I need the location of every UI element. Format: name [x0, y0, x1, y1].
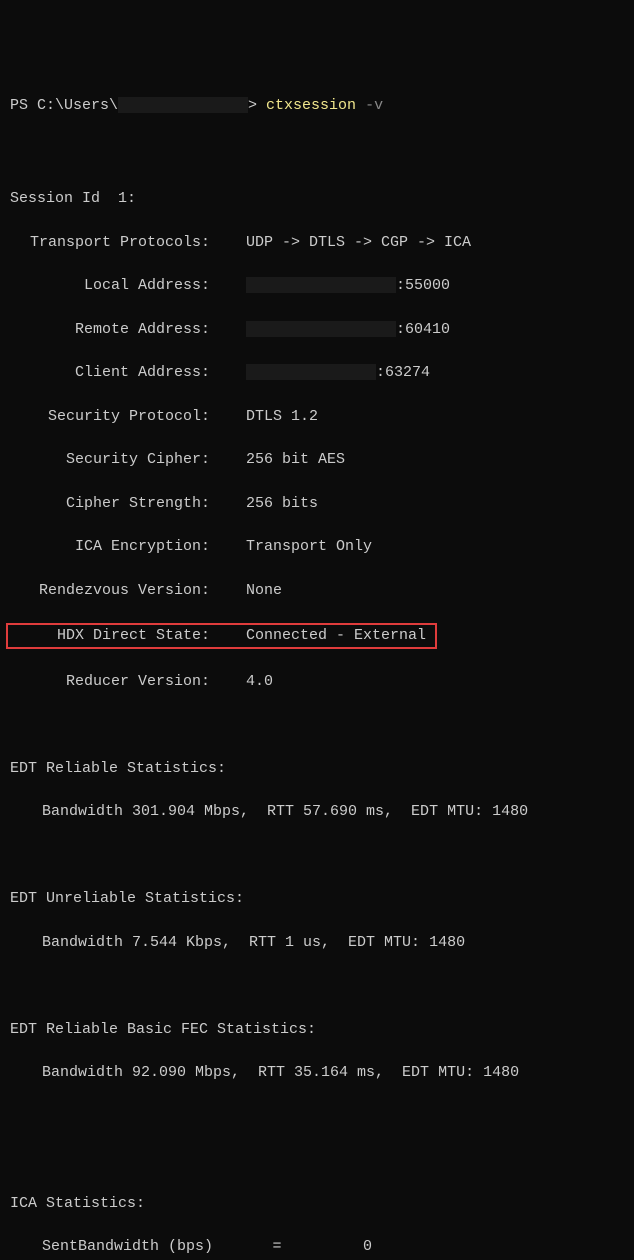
value-ica-encryption: Transport Only [246, 538, 372, 555]
edt-fec-line: Bandwidth 92.090 Mbps, RTT 35.164 ms, ED… [10, 1062, 624, 1084]
row-security-protocol: Security Protocol: DTLS 1.2 [10, 406, 624, 428]
blank-line [10, 975, 624, 997]
row-remote-address: Remote Address: :60410 [10, 319, 624, 341]
edt-fec-title: EDT Reliable Basic FEC Statistics: [10, 1019, 624, 1041]
ica-val-0: 0 [292, 1236, 372, 1258]
label-remote-address: Remote Address: [10, 319, 210, 341]
redacted-remote-address [246, 321, 396, 337]
redacted-user [118, 97, 248, 113]
row-ica-encryption: ICA Encryption: Transport Only [10, 536, 624, 558]
value-transport-protocols: UDP -> DTLS -> CGP -> ICA [246, 234, 471, 251]
prompt-line: PS C:\Users\ > ctxsession -v [10, 95, 624, 117]
label-client-address: Client Address: [10, 362, 210, 384]
edt-unreliable-line: Bandwidth 7.544 Kbps, RTT 1 us, EDT MTU:… [10, 932, 624, 954]
row-rendezvous-version: Rendezvous Version: None [10, 580, 624, 602]
value-security-protocol: DTLS 1.2 [246, 408, 318, 425]
row-hdx-direct-state: HDX Direct State: Connected - External [10, 623, 624, 649]
edt-reliable-title: EDT Reliable Statistics: [10, 758, 624, 780]
session-id: Session Id 1: [10, 188, 624, 210]
redacted-local-address [246, 277, 396, 293]
label-security-cipher: Security Cipher: [10, 449, 210, 471]
label-reducer-version: Reducer Version: [10, 671, 210, 693]
label-rendezvous-version: Rendezvous Version: [10, 580, 210, 602]
value-reducer-version: 4.0 [246, 673, 273, 690]
port-local: :55000 [396, 277, 450, 294]
label-ica-encryption: ICA Encryption: [10, 536, 210, 558]
row-cipher-strength: Cipher Strength: 256 bits [10, 493, 624, 515]
port-remote: :60410 [396, 321, 450, 338]
blank-line [10, 145, 624, 167]
label-cipher-strength: Cipher Strength: [10, 493, 210, 515]
value-rendezvous-version: None [246, 582, 282, 599]
blank-line [10, 714, 624, 736]
label-local-address: Local Address: [10, 275, 210, 297]
edt-unreliable-title: EDT Unreliable Statistics: [10, 888, 624, 910]
blank-line [10, 845, 624, 867]
port-client: :63274 [376, 364, 430, 381]
edt-reliable-line: Bandwidth 301.904 Mbps, RTT 57.690 ms, E… [10, 801, 624, 823]
ica-eq-0: = [262, 1236, 292, 1258]
ica-title: ICA Statistics: [10, 1193, 624, 1215]
redacted-client-address [246, 364, 376, 380]
row-reducer-version: Reducer Version: 4.0 [10, 671, 624, 693]
label-security-protocol: Security Protocol: [10, 406, 210, 428]
command-flag: -v [365, 97, 383, 114]
value-security-cipher: 256 bit AES [246, 451, 345, 468]
ica-label-0: SentBandwidth (bps) [42, 1236, 262, 1258]
row-security-cipher: Security Cipher: 256 bit AES [10, 449, 624, 471]
value-cipher-strength: 256 bits [246, 495, 318, 512]
highlight-box: HDX Direct State: Connected - External [6, 623, 437, 649]
ps-prefix: PS C:\Users\ [10, 97, 118, 114]
row-transport-protocols: Transport Protocols: UDP -> DTLS -> CGP … [10, 232, 624, 254]
row-local-address: Local Address: :55000 [10, 275, 624, 297]
label-transport-protocols: Transport Protocols: [10, 232, 210, 254]
ica-row-0: SentBandwidth (bps)=0 [10, 1236, 624, 1258]
command: ctxsession [266, 97, 356, 114]
row-client-address: Client Address: :63274 [10, 362, 624, 384]
blank-line [10, 1149, 624, 1171]
label-hdx-direct-state: HDX Direct State: [10, 625, 210, 647]
prompt-gt: > [248, 97, 266, 114]
blank-line [10, 1106, 624, 1128]
